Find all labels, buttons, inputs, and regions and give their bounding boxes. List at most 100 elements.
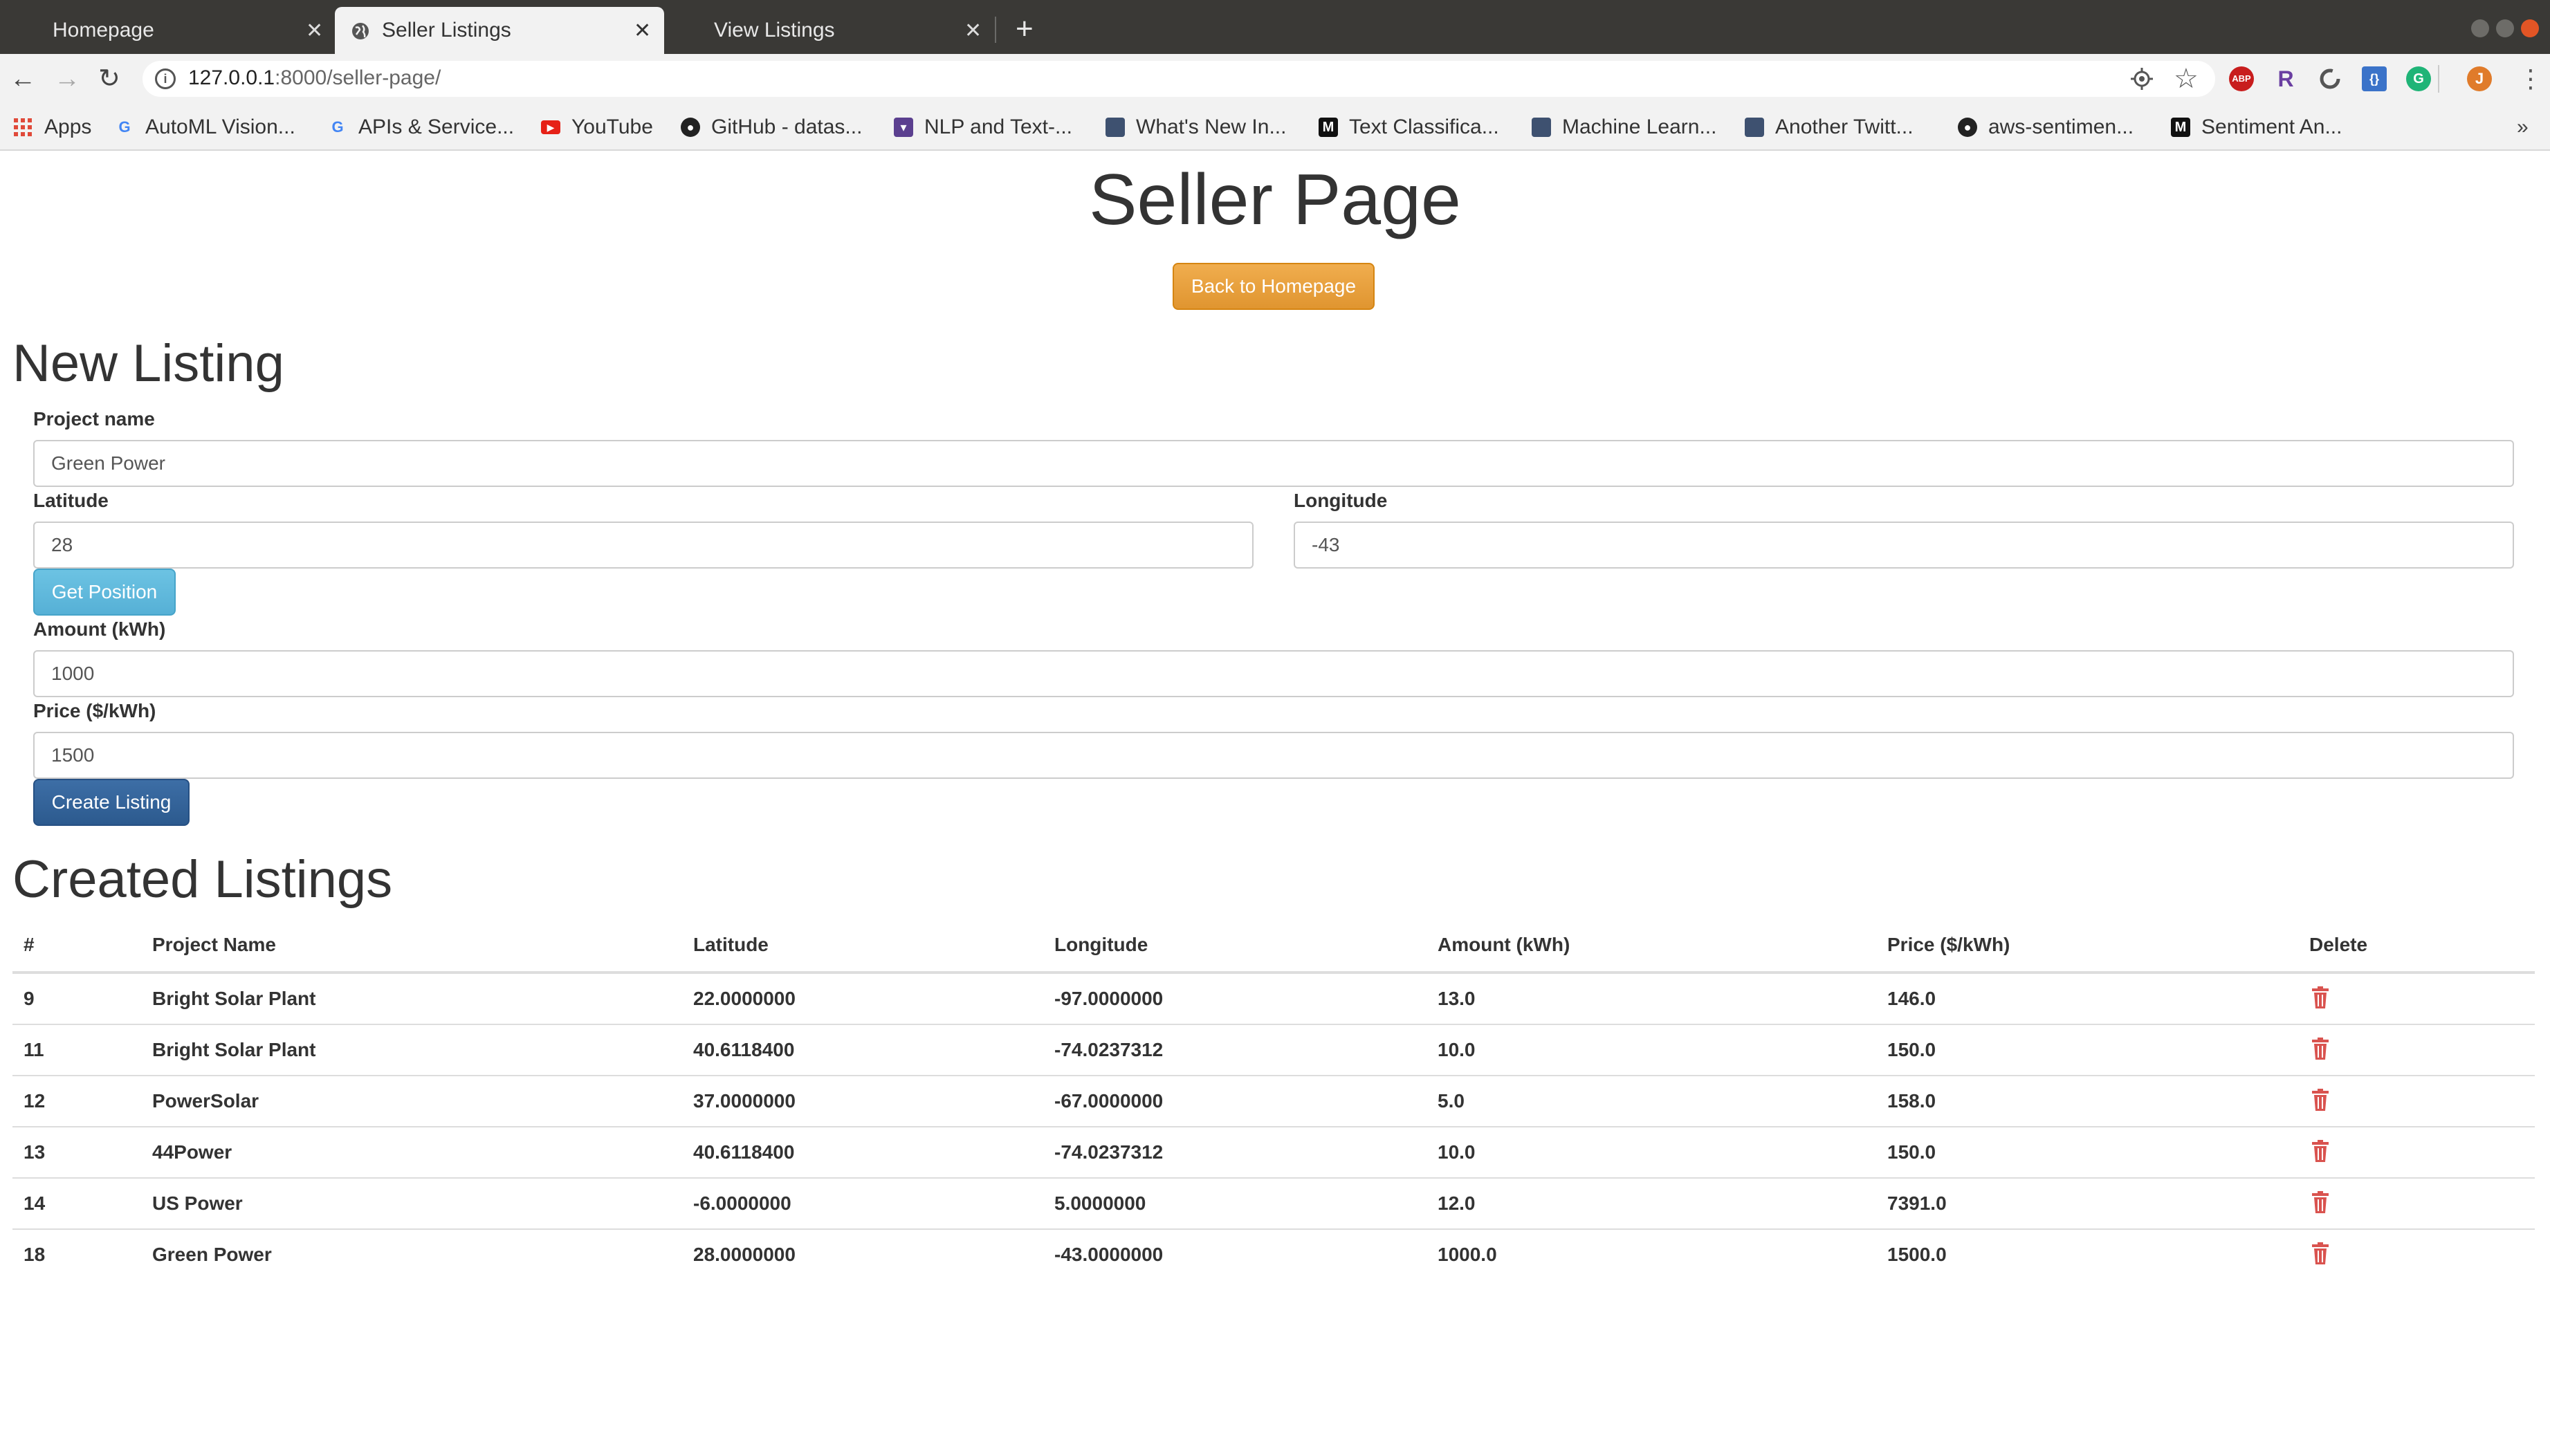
- maximize-window-icon[interactable]: [2496, 19, 2514, 37]
- github-icon: ●: [1958, 118, 1977, 137]
- cell-project-name: PowerSolar: [152, 1090, 259, 1112]
- cell-longitude: 5.0000000: [1054, 1192, 1146, 1214]
- new-tab-icon[interactable]: +: [1016, 14, 1034, 44]
- url-text[interactable]: 127.0.0.1:8000/seller-page/: [188, 66, 441, 90]
- url-path: :8000/seller-page/: [275, 66, 441, 89]
- cell-id: 14: [24, 1192, 46, 1214]
- bookmark-machine-learning[interactable]: Machine Learn...: [1532, 111, 1716, 144]
- cell-project-name: US Power: [152, 1192, 243, 1214]
- create-listing-button[interactable]: Create Listing: [33, 779, 190, 826]
- project-name-input[interactable]: Green Power: [33, 440, 2514, 487]
- new-listing-heading: New Listing: [12, 334, 284, 393]
- bookmark-label: Text Classifica...: [1349, 116, 1499, 138]
- more-bookmarks-icon[interactable]: »: [2517, 111, 2529, 144]
- cell-latitude: -6.0000000: [693, 1192, 791, 1214]
- medium-icon: M: [1319, 118, 1338, 137]
- cell-price: 1500.0: [1887, 1244, 1947, 1265]
- bookmark-nlp-text[interactable]: ▾ NLP and Text-...: [894, 111, 1072, 144]
- page-icon: [1745, 118, 1764, 137]
- get-position-button[interactable]: Get Position: [33, 569, 176, 616]
- close-icon[interactable]: ✕: [306, 19, 323, 43]
- adblock-icon[interactable]: ABP: [2229, 66, 2254, 91]
- tab-homepage[interactable]: Homepage ✕: [15, 7, 331, 54]
- bookmark-whats-new[interactable]: What's New In...: [1106, 111, 1286, 144]
- page-icon: [1106, 118, 1125, 137]
- cell-amount: 1000.0: [1438, 1244, 1497, 1265]
- grammarly-icon[interactable]: G: [2406, 66, 2431, 91]
- bookmark-aws-sentiment[interactable]: ● aws-sentimen...: [1958, 111, 2134, 144]
- menu-kebab-icon[interactable]: ⋮: [2518, 64, 2543, 94]
- trash-icon[interactable]: [2312, 1089, 2329, 1111]
- youtube-icon: ▶: [541, 120, 560, 134]
- google-icon: G: [331, 118, 344, 136]
- bookmark-label: YouTube: [571, 116, 653, 138]
- cell-amount: 10.0: [1438, 1141, 1476, 1163]
- bookmark-icon: ▾: [894, 118, 913, 137]
- bookmark-apps[interactable]: Apps: [14, 111, 91, 144]
- table-header-divider: [12, 971, 2535, 974]
- reload-icon[interactable]: ↻: [98, 62, 120, 95]
- column-header-longitude: Longitude: [1054, 934, 1148, 955]
- project-name-label: Project name: [33, 408, 155, 430]
- longitude-input[interactable]: -43: [1294, 522, 2514, 569]
- column-header-price: Price ($/kWh): [1887, 934, 2010, 955]
- price-label: Price ($/kWh): [33, 700, 156, 721]
- column-header-latitude: Latitude: [693, 934, 769, 955]
- bookmark-label: APIs & Service...: [358, 116, 515, 138]
- cell-longitude: -74.0237312: [1054, 1039, 1164, 1060]
- column-header-amount: Amount (kWh): [1438, 934, 1570, 955]
- price-input[interactable]: 1500: [33, 732, 2514, 779]
- bookmark-apis-services[interactable]: G APIs & Service...: [328, 111, 514, 144]
- amount-input[interactable]: 1000: [33, 650, 2514, 697]
- page-icon: [1532, 118, 1551, 137]
- cell-price: 150.0: [1887, 1039, 1936, 1060]
- created-listings-heading: Created Listings: [12, 850, 393, 909]
- bookmark-star-icon[interactable]: ☆: [2174, 62, 2199, 95]
- row-divider: [12, 1228, 2535, 1230]
- toolbar-divider: [2438, 65, 2439, 93]
- bookmark-label: Apps: [44, 116, 92, 138]
- tab-seller-listings[interactable]: Seller Listings ✕: [335, 7, 664, 54]
- bookmark-youtube[interactable]: ▶ YouTube: [541, 111, 653, 144]
- bookmark-label: NLP and Text-...: [924, 116, 1073, 138]
- close-window-icon[interactable]: [2521, 19, 2539, 37]
- cell-id: 11: [24, 1039, 44, 1060]
- bookmark-label: Sentiment An...: [2201, 116, 2342, 138]
- info-icon[interactable]: i: [155, 68, 176, 89]
- bookmark-automl-vision[interactable]: G AutoML Vision...: [115, 111, 295, 144]
- close-icon[interactable]: ✕: [634, 19, 651, 43]
- tab-view-listings[interactable]: View Listings ✕: [668, 7, 993, 54]
- close-icon[interactable]: ✕: [964, 19, 982, 43]
- trash-icon[interactable]: [2312, 1140, 2329, 1162]
- trash-icon[interactable]: [2312, 986, 2329, 1008]
- json-extension-icon[interactable]: {}: [2362, 66, 2387, 91]
- forward-arrow-icon[interactable]: →: [54, 62, 80, 95]
- column-header-id: #: [24, 934, 35, 955]
- cell-longitude: -74.0237312: [1054, 1141, 1164, 1163]
- back-to-homepage-button[interactable]: Back to Homepage: [1173, 263, 1375, 310]
- bookmark-github-datas[interactable]: ● GitHub - datas...: [681, 111, 862, 144]
- location-target-icon[interactable]: [2129, 66, 2154, 91]
- profile-avatar[interactable]: J: [2467, 66, 2492, 91]
- latitude-label: Latitude: [33, 490, 109, 511]
- latitude-input[interactable]: 28: [33, 522, 1254, 569]
- globe-icon: [352, 23, 369, 39]
- refresh-extension-icon[interactable]: [2318, 66, 2342, 91]
- trash-icon[interactable]: [2312, 1038, 2329, 1060]
- trash-icon[interactable]: [2312, 1191, 2329, 1213]
- trash-icon[interactable]: [2312, 1242, 2329, 1264]
- bookmark-sentiment-analysis[interactable]: M Sentiment An...: [2171, 111, 2342, 144]
- cell-latitude: 40.6118400: [693, 1141, 795, 1163]
- minimize-window-icon[interactable]: [2471, 19, 2489, 37]
- back-arrow-icon[interactable]: ←: [10, 62, 36, 95]
- cell-latitude: 40.6118400: [693, 1039, 795, 1060]
- bookmark-label: Another Twitt...: [1775, 116, 1914, 138]
- address-bar[interactable]: [143, 61, 2215, 97]
- cell-price: 146.0: [1887, 988, 1936, 1009]
- cell-price: 7391.0: [1887, 1192, 1947, 1214]
- bookmark-text-classification[interactable]: M Text Classifica...: [1319, 111, 1499, 144]
- r-extension-icon[interactable]: R: [2273, 66, 2298, 91]
- bookmark-another-twitter[interactable]: Another Twitt...: [1745, 111, 1914, 144]
- longitude-label: Longitude: [1294, 490, 1388, 511]
- cell-longitude: -43.0000000: [1054, 1244, 1164, 1265]
